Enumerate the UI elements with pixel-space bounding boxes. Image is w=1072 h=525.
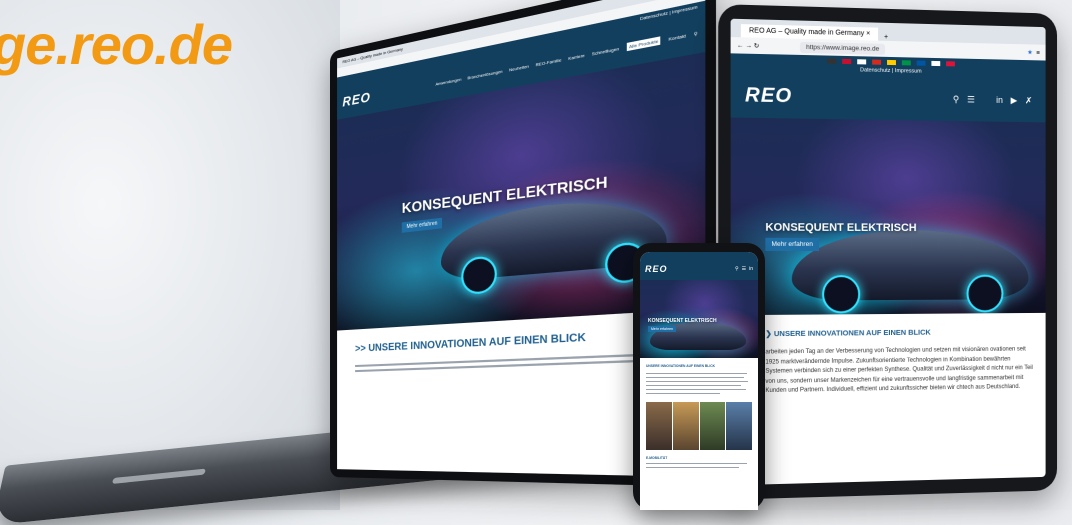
flag-icon[interactable] <box>901 59 911 65</box>
hamburger-menu-icon[interactable]: ☰ <box>742 266 746 272</box>
new-tab-icon[interactable]: + <box>884 34 888 41</box>
flag-icon[interactable] <box>945 60 955 66</box>
product-image[interactable] <box>672 402 699 450</box>
laptop-logo[interactable]: REO <box>342 88 370 109</box>
flag-icon[interactable] <box>841 58 851 64</box>
phone-hero-title: KONSEQUENT ELEKTRISCH <box>648 318 717 324</box>
phone-hero: KONSEQUENT ELEKTRISCH Mehr erfahren <box>640 280 758 358</box>
tablet-screen: REO AG – Quality made in Germany × + ← →… <box>730 18 1046 486</box>
laptop-nav-item[interactable]: Branchenlösungen <box>468 68 503 80</box>
hamburger-menu-icon[interactable]: ☰ <box>967 94 975 105</box>
product-image[interactable] <box>699 402 726 450</box>
reload-icon[interactable]: ↻ <box>754 42 760 50</box>
tablet-section-title: ❯ UNSERE INNOVATIONEN AUF EINEN BLICK <box>765 327 1034 339</box>
text-line <box>646 373 747 374</box>
laptop-nav-item[interactable]: Karriere <box>568 52 584 61</box>
phone-device: REO ⚲ ☰ in KONSEQUENT ELEKTRISCH Mehr er… <box>633 243 765 510</box>
phone-site-nav: REO ⚲ ☰ in <box>640 258 758 280</box>
close-icon[interactable]: × <box>866 30 870 37</box>
linkedin-icon[interactable]: in <box>996 95 1003 105</box>
tablet-section-body: arbeiten jeden Tag an der Verbesserung v… <box>765 346 1033 395</box>
headline-url: ge.reo.de <box>0 13 233 76</box>
tablet-device: REO AG – Quality made in Germany × + ← →… <box>718 4 1058 500</box>
search-icon[interactable]: ⚲ <box>735 266 739 272</box>
product-image[interactable] <box>726 402 752 450</box>
forward-icon[interactable]: → <box>745 42 752 49</box>
text-line <box>646 393 721 394</box>
tablet-hero-title: KONSEQUENT ELEKTRISCH <box>765 221 917 235</box>
xing-icon[interactable]: ✗ <box>1025 95 1032 106</box>
car-wheel <box>966 274 1004 313</box>
tablet-hero: KONSEQUENT ELEKTRISCH Mehr erfahren <box>730 117 1046 316</box>
url-input[interactable]: https://www.image.reo.de <box>800 41 886 55</box>
back-icon[interactable]: ← <box>737 42 744 49</box>
flag-icon[interactable] <box>826 58 836 64</box>
laptop-nav-item[interactable]: Schnelllugen <box>592 45 619 56</box>
phone-content: UNSERE INNOVATIONEN AUF EINEN BLICK E-MO… <box>640 358 758 468</box>
youtube-icon[interactable]: ▶ <box>1011 95 1018 106</box>
tablet-logo[interactable]: REO <box>745 84 792 108</box>
tablet-hero-button[interactable]: Mehr erfahren <box>765 237 819 251</box>
laptop-nav-item[interactable]: REO-Familie <box>536 56 562 67</box>
tablet-content: ❯ UNSERE INNOVATIONEN AUF EINEN BLICK ar… <box>731 313 1046 397</box>
laptop-trackpad <box>112 468 206 484</box>
phone-logo[interactable]: REO <box>645 264 668 274</box>
tablet-section-title-text: UNSERE INNOVATIONEN AUF EINEN BLICK <box>773 327 931 339</box>
text-line <box>646 389 746 390</box>
laptop-nav-item-active[interactable]: Alle Produkte <box>626 35 661 51</box>
text-line <box>646 467 740 468</box>
flag-icon[interactable] <box>856 58 866 64</box>
phone-screen: REO ⚲ ☰ in KONSEQUENT ELEKTRISCH Mehr er… <box>640 252 758 510</box>
phone-hero-button[interactable]: Mehr erfahren <box>648 326 676 332</box>
laptop-nav-item[interactable]: Kontakt <box>669 32 686 41</box>
linkedin-icon[interactable]: in <box>749 266 753 272</box>
phone-product-images <box>646 402 752 450</box>
flag-icon[interactable] <box>886 59 896 65</box>
car-wheel <box>822 275 861 314</box>
search-icon[interactable]: ⚲ <box>694 30 698 37</box>
tablet-site-nav: REO ⚲ ☰ in ▶ ✗ <box>730 72 1046 123</box>
phone-notch <box>677 246 721 252</box>
text-line <box>646 463 747 464</box>
tablet-topbar-links[interactable]: Datenschutz | Impressum <box>860 67 922 74</box>
laptop-hero-button[interactable]: Mehr erfahren <box>401 217 443 233</box>
search-icon[interactable]: ⚲ <box>953 94 959 105</box>
flag-icon[interactable] <box>930 60 940 66</box>
menu-icon[interactable]: ≡ <box>1036 49 1040 56</box>
text-line <box>646 377 744 378</box>
text-line <box>646 385 742 386</box>
laptop-nav-item[interactable]: Anwendungen <box>435 76 461 86</box>
tablet-tab-title: REO AG – Quality made in Germany <box>749 27 865 38</box>
flag-icon[interactable] <box>871 59 881 65</box>
phone-section-title: UNSERE INNOVATIONEN AUF EINEN BLICK <box>646 364 715 368</box>
product-image[interactable] <box>646 402 672 450</box>
bookmark-star-icon[interactable]: ★ <box>1027 48 1033 56</box>
text-line <box>646 381 748 382</box>
laptop-section-title: >> UNSERE INNOVATIONEN AUF EINEN BLICK <box>355 331 586 355</box>
laptop-nav-item[interactable]: Neuheiten <box>509 63 529 72</box>
flag-icon[interactable] <box>916 60 926 66</box>
phone-subtitle: E-MOBILITÄT <box>646 456 668 460</box>
